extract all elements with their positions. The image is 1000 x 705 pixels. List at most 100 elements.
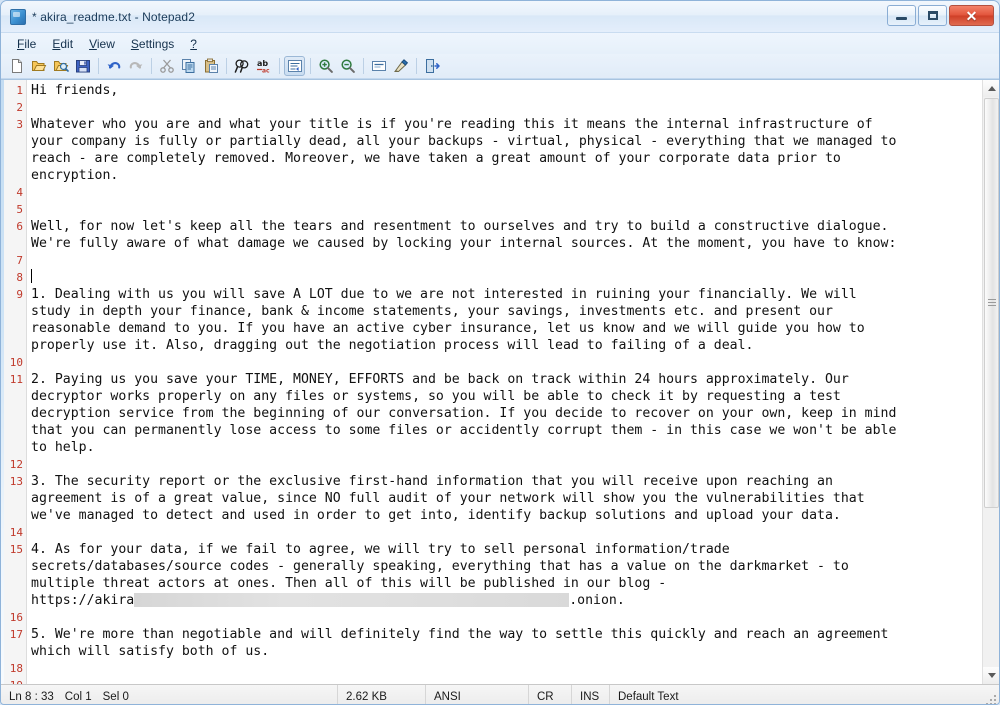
resize-grip-icon[interactable] [985, 694, 996, 704]
minimize-button[interactable] [887, 5, 916, 26]
line-number [1, 643, 26, 660]
menu-view[interactable]: View [81, 36, 123, 52]
line-number: 10 [9, 356, 23, 369]
replace-icon: ab ac [256, 59, 270, 74]
gutter-accent-stripe [1, 80, 4, 684]
notepad2-app-icon [10, 8, 26, 25]
menu-view-rest: iew [96, 36, 115, 51]
text-line [31, 609, 999, 626]
close-icon: ✕ [965, 7, 978, 24]
text-line: Well, for now let's keep all the tears a… [31, 219, 889, 234]
text-line [31, 660, 999, 677]
line-number [1, 490, 26, 507]
text-line: We're fully aware of what damage we caus… [31, 236, 897, 251]
open-file-icon [31, 61, 46, 71]
maximize-button[interactable] [918, 5, 947, 26]
text-content[interactable]: Hi friends, Whatever who you are and what… [27, 80, 999, 684]
line-number [1, 405, 26, 422]
new-file-button[interactable] [6, 56, 27, 76]
find-button[interactable] [231, 56, 252, 76]
menu-edit[interactable]: Edit [44, 36, 81, 52]
line-number: 3 [16, 118, 23, 131]
line-number [1, 133, 26, 150]
toolbar-separator-7 [416, 58, 417, 74]
menu-file[interactable]: File [9, 36, 44, 52]
line-number: 12 [9, 458, 23, 471]
line-number: 5 [16, 203, 23, 216]
cut-button[interactable] [156, 56, 177, 76]
line-number [1, 422, 26, 439]
text-line [31, 456, 999, 473]
redacted-url-block [134, 593, 570, 607]
toolbar-separator-6 [363, 58, 364, 74]
text-line: to help. [31, 440, 95, 455]
save-file-button[interactable] [72, 56, 93, 76]
menu-settings[interactable]: Settings [123, 36, 182, 52]
scroll-up-arrow-icon [987, 86, 996, 91]
status-line-ending[interactable]: CR [529, 685, 572, 704]
line-number [1, 235, 26, 252]
paste-button[interactable] [200, 56, 221, 76]
paste-icon [204, 58, 218, 73]
scheme-options-button[interactable] [390, 56, 411, 76]
word-wrap-button[interactable] [284, 56, 305, 76]
text-line: 5. We're more than negotiable and will d… [31, 627, 889, 642]
text-line: that you can permanently lose access to … [31, 423, 897, 438]
title-bar[interactable]: * akira_readme.txt - Notepad2 ✕ [1, 1, 999, 33]
text-line [31, 269, 999, 286]
menu-edit-rest: dit [60, 36, 74, 51]
text-line: decryptor works properly on any files or… [31, 389, 841, 404]
gutter-line-list: 12345678910111213141516171819 [1, 82, 26, 684]
browse-file-icon [53, 61, 69, 72]
line-number [1, 303, 26, 320]
line-number [1, 337, 26, 354]
text-line: properly use it. Also, dragging out the … [31, 338, 754, 353]
toolbar: ab ac [1, 54, 999, 79]
text-line: Whatever who you are and what your title… [31, 117, 873, 132]
line-number [1, 575, 26, 592]
browse-file-button[interactable] [50, 56, 71, 76]
toolbar-separator-4 [279, 58, 280, 74]
status-insert-mode[interactable]: INS [572, 685, 610, 704]
status-bar: Ln 8 : 33 Col 1 Sel 0 2.62 KB ANSI CR IN… [1, 684, 999, 704]
status-filesize: 2.62 KB [338, 685, 426, 704]
line-number: 16 [9, 611, 23, 624]
redo-button[interactable] [125, 56, 146, 76]
line-number: 14 [9, 526, 23, 539]
menu-help[interactable]: ? [182, 36, 205, 52]
new-file-icon [11, 59, 22, 73]
status-position-cell: Ln 8 : 33 Col 1 Sel 0 [1, 685, 338, 704]
text-line [31, 184, 999, 201]
menu-bar: File Edit View Settings ? [1, 33, 999, 54]
zoom-out-button[interactable] [337, 56, 358, 76]
vertical-scrollbar[interactable] [982, 80, 999, 684]
replace-button[interactable]: ab ac [253, 56, 274, 76]
scroll-thumb-grip-icon [988, 299, 996, 307]
text-line: agreement is of a great value, since NO … [31, 491, 865, 506]
scroll-down-button[interactable] [983, 667, 999, 684]
maximize-icon [927, 11, 938, 20]
text-line [31, 677, 999, 684]
text-line-list: Hi friends, Whatever who you are and what… [31, 82, 999, 684]
zoom-in-button[interactable] [315, 56, 336, 76]
line-number: 8 [16, 271, 23, 284]
exit-button[interactable] [421, 56, 442, 76]
copy-button[interactable] [178, 56, 199, 76]
vertical-scroll-thumb[interactable] [984, 98, 999, 508]
url-suffix: .onion. [569, 593, 625, 608]
scroll-up-button[interactable] [983, 80, 999, 97]
editor-area[interactable]: 12345678910111213141516171819 Hi friends… [1, 79, 999, 684]
status-encoding[interactable]: ANSI [426, 685, 529, 704]
text-line: encryption. [31, 168, 119, 183]
minimize-icon [896, 17, 907, 20]
open-file-button[interactable] [28, 56, 49, 76]
text-line: reasonable demand to you. If you have an… [31, 321, 865, 336]
word-wrap-icon [287, 60, 302, 72]
text-line: 4. As for your data, if we fail to agree… [31, 542, 730, 557]
line-number [1, 558, 26, 575]
scheme-button[interactable] [368, 56, 389, 76]
status-scheme[interactable]: Default Text [610, 685, 999, 704]
undo-button[interactable] [103, 56, 124, 76]
line-number: 2 [16, 101, 23, 114]
close-button[interactable]: ✕ [949, 5, 994, 26]
